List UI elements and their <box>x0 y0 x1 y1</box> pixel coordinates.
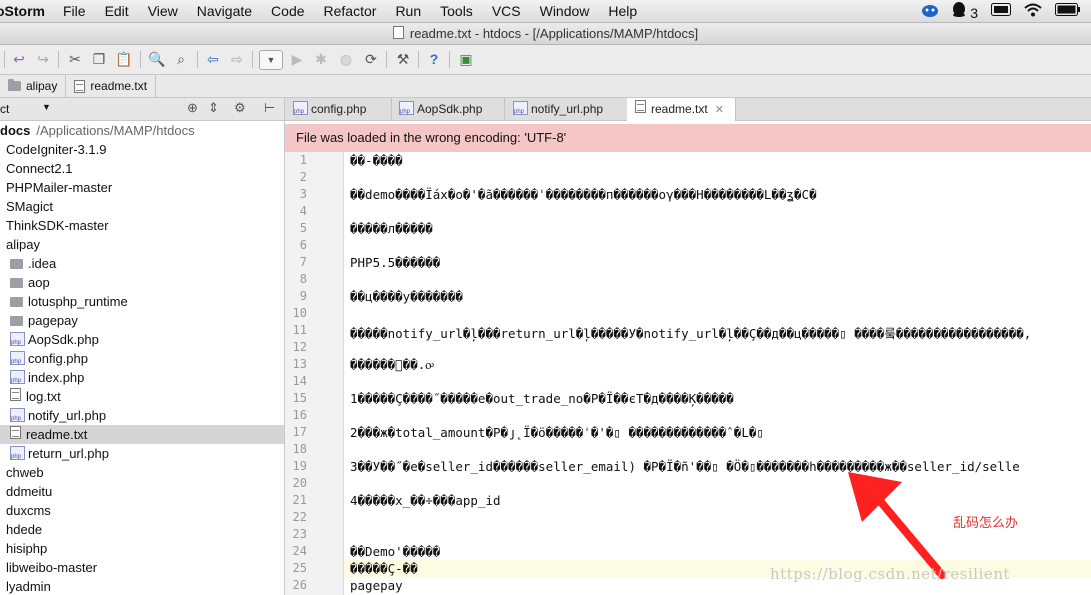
annotation-arrow <box>848 472 946 579</box>
watermark: https://blog.csdn.net/resilient <box>770 565 1010 583</box>
annotation-text: 乱码怎么办 <box>953 515 1019 530</box>
